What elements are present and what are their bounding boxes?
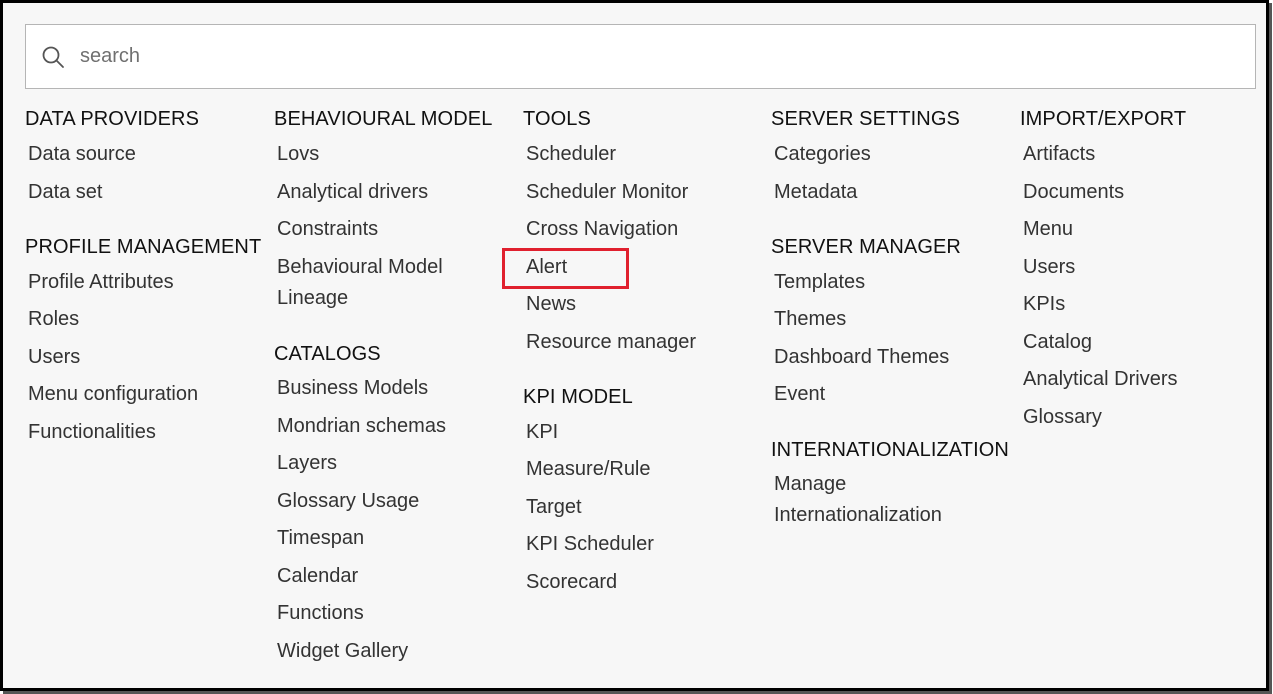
- search-box[interactable]: [25, 24, 1256, 89]
- menu-item-business-models[interactable]: Business Models: [277, 373, 428, 404]
- menu-item-cross-navigation[interactable]: Cross Navigation: [526, 214, 678, 245]
- menu-item-metadata[interactable]: Metadata: [774, 177, 857, 208]
- menu-item-themes[interactable]: Themes: [774, 304, 846, 335]
- search-input[interactable]: [80, 36, 1230, 77]
- menu-item-layers[interactable]: Layers: [277, 448, 337, 479]
- menu-item-menu-configuration[interactable]: Menu configuration: [28, 379, 198, 410]
- alert-highlight-box: [502, 248, 629, 289]
- menu-item-documents[interactable]: Documents: [1023, 177, 1124, 208]
- menu-item-analytical-drivers[interactable]: Analytical drivers: [277, 177, 428, 208]
- admin-menu-panel: DATA PROVIDERS Data source Data set PROF…: [0, 0, 1269, 691]
- menu-item-functions[interactable]: Functions: [277, 598, 364, 629]
- menu-item-templates[interactable]: Templates: [774, 267, 865, 298]
- section-title-data-providers: DATA PROVIDERS: [25, 108, 200, 130]
- menu-item-mondrian-schemas[interactable]: Mondrian schemas: [277, 411, 446, 442]
- section-title-tools: TOOLS: [523, 108, 591, 130]
- menu-item-event[interactable]: Event: [774, 379, 825, 410]
- menu-item-artifacts[interactable]: Artifacts: [1023, 139, 1095, 170]
- menu-item-scheduler[interactable]: Scheduler: [526, 139, 616, 170]
- menu-item-users-export[interactable]: Users: [1023, 252, 1075, 283]
- menu-item-menu[interactable]: Menu: [1023, 214, 1073, 245]
- menu-item-profile-attributes[interactable]: Profile Attributes: [28, 267, 174, 298]
- section-title-kpi-model: KPI MODEL: [523, 386, 633, 408]
- menu-item-resource-manager[interactable]: Resource manager: [526, 327, 696, 358]
- search-icon: [40, 44, 66, 70]
- section-title-profile-management: PROFILE MANAGEMENT: [25, 236, 262, 258]
- menu-item-categories[interactable]: Categories: [774, 139, 871, 170]
- menu-item-widget-gallery[interactable]: Widget Gallery: [277, 636, 408, 667]
- menu-item-timespan[interactable]: Timespan: [277, 523, 364, 554]
- menu-item-measure-rule[interactable]: Measure/Rule: [526, 454, 651, 485]
- menu-item-lovs[interactable]: Lovs: [277, 139, 319, 170]
- menu-item-scorecard[interactable]: Scorecard: [526, 567, 617, 598]
- menu-item-kpis[interactable]: KPIs: [1023, 289, 1065, 320]
- menu-item-manage-internationalization[interactable]: Manage Internationalization: [774, 469, 974, 531]
- menu-item-data-set[interactable]: Data set: [28, 177, 102, 208]
- menu-item-catalog[interactable]: Catalog: [1023, 327, 1092, 358]
- menu-item-analytical-drivers-export[interactable]: Analytical Drivers: [1023, 364, 1177, 395]
- menu-item-roles[interactable]: Roles: [28, 304, 79, 335]
- section-title-catalogs: CATALOGS: [274, 343, 381, 365]
- section-title-server-manager: SERVER MANAGER: [771, 236, 961, 258]
- menu-item-constraints[interactable]: Constraints: [277, 214, 378, 245]
- menu-item-scheduler-monitor[interactable]: Scheduler Monitor: [526, 177, 688, 208]
- menu-item-kpi-scheduler[interactable]: KPI Scheduler: [526, 529, 654, 560]
- menu-item-behavioural-model-lineage[interactable]: Behavioural Model Lineage: [277, 252, 467, 314]
- menu-item-glossary[interactable]: Glossary: [1023, 402, 1102, 433]
- menu-item-users[interactable]: Users: [28, 342, 80, 373]
- menu-item-functionalities[interactable]: Functionalities: [28, 417, 156, 448]
- menu-item-target[interactable]: Target: [526, 492, 582, 523]
- section-title-server-settings: SERVER SETTINGS: [771, 108, 960, 130]
- menu-item-calendar[interactable]: Calendar: [277, 561, 358, 592]
- section-title-import-export: IMPORT/EXPORT: [1020, 108, 1187, 130]
- menu-item-data-source[interactable]: Data source: [28, 139, 136, 170]
- section-title-internationalization: INTERNATIONALIZATION: [771, 439, 1009, 461]
- section-title-behavioural-model: BEHAVIOURAL MODEL: [274, 108, 493, 130]
- menu-item-news[interactable]: News: [526, 289, 576, 320]
- menu-item-kpi[interactable]: KPI: [526, 417, 558, 448]
- menu-item-glossary-usage[interactable]: Glossary Usage: [277, 486, 419, 517]
- menu-item-dashboard-themes[interactable]: Dashboard Themes: [774, 342, 949, 373]
